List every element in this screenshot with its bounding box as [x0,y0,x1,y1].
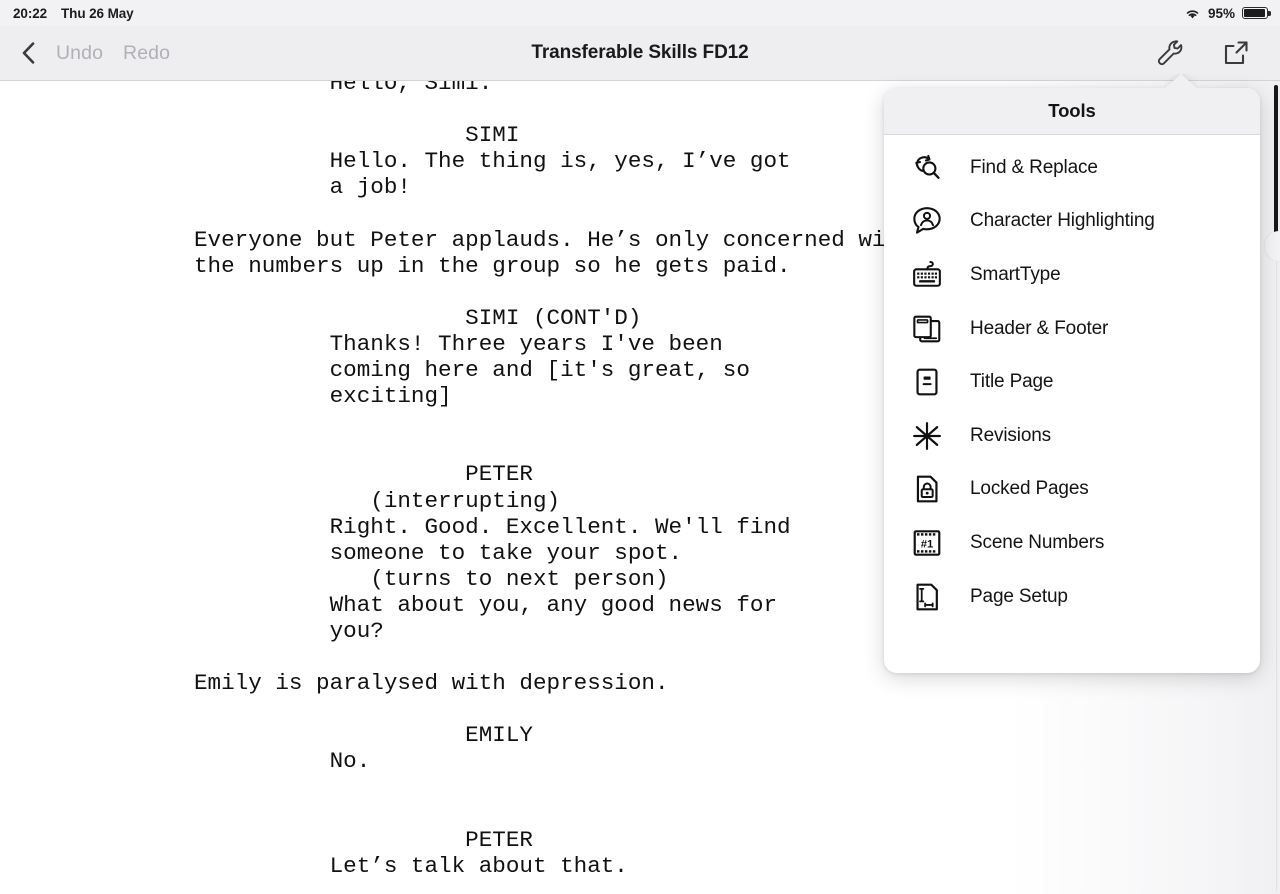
status-bar: 20:22 Thu 26 May 95% [0,0,1280,26]
status-time: 20:22 [13,5,48,21]
tool-item-label: Title Page [970,371,1054,393]
tool-item-scene-numbers[interactable]: Scene Numbers [884,516,1260,570]
script-blank-line [0,696,1280,722]
wrench-icon [1155,38,1185,68]
tools-button[interactable] [1150,33,1190,73]
navbar-left-group: Undo Redo [0,33,180,73]
tool-item-title-page[interactable]: Title Page [884,355,1260,409]
tool-item-label: SmartType [970,263,1061,285]
popover-title: Tools [1048,100,1096,121]
tool-item-locked-pages[interactable]: Locked Pages [884,463,1260,517]
script-line: Let’s talk about that. [194,852,628,879]
tool-item-label: Revisions [970,424,1052,446]
screen-root: 20:22 Thu 26 May 95% Undo Redo Transfera… [0,0,1280,894]
battery-percent: 95% [1207,5,1235,21]
tool-item-label: Find & Replace [970,156,1098,178]
header-footer-icon [908,311,946,347]
script-line: EMILY [194,722,533,749]
scrollbar-thumb[interactable] [1274,85,1278,245]
script-line: No. [194,748,371,775]
popover-header: Tools [884,88,1260,135]
share-button[interactable] [1216,33,1256,73]
title-page-icon [908,364,946,400]
asterisk-icon [908,418,946,454]
tool-item-smarttype[interactable]: SmartType [884,248,1260,302]
tools-popover: Tools Find & Replace Character Highlighti… [884,88,1260,673]
script-blank-line [0,775,1280,801]
script-blank-line [0,801,1280,827]
script-line: Emily is paralysed with depression. [194,670,669,697]
tool-item-page-setup[interactable]: Page Setup [884,570,1260,624]
tool-item-find-replace[interactable]: Find & Replace [884,141,1260,195]
navbar-right-group [1150,33,1280,73]
find-replace-icon [908,150,946,186]
tool-item-label: Scene Numbers [970,531,1105,553]
redo-button[interactable]: Redo [113,40,180,67]
tool-item-label: Locked Pages [970,478,1089,500]
page-setup-icon [908,579,946,615]
character-highlighting-icon [908,203,946,239]
tool-item-label: Page Setup [970,585,1068,607]
tool-item-label: Character Highlighting [970,210,1155,232]
tool-item-character-highlighting[interactable]: Character Highlighting [884,195,1260,249]
keyboard-icon [908,257,946,293]
lock-page-icon [908,471,946,507]
undo-button[interactable]: Undo [46,40,113,67]
script-line: PETER [194,826,533,853]
tool-item-label: Header & Footer [970,317,1109,339]
tool-item-revisions[interactable]: Revisions [884,409,1260,463]
share-export-icon [1221,38,1251,68]
tools-list: Find & Replace Character Highlighting Smar… [884,135,1260,623]
edge-divider [1275,261,1277,891]
film-strip-number-icon [908,525,946,561]
status-date: Thu 26 May [61,5,134,21]
status-bar-left: 20:22 Thu 26 May [0,6,134,21]
back-button[interactable] [10,33,46,73]
status-bar-right: 95% [1184,6,1280,21]
wifi-icon [1184,7,1201,20]
chevron-left-icon [22,42,35,64]
tool-item-header-footer[interactable]: Header & Footer [884,302,1260,356]
page-title: Transferable Skills FD12 [531,42,749,63]
battery-icon [1242,6,1271,20]
popover-arrow [1164,74,1198,89]
navigation-bar: Undo Redo Transferable Skills FD12 [0,26,1280,81]
